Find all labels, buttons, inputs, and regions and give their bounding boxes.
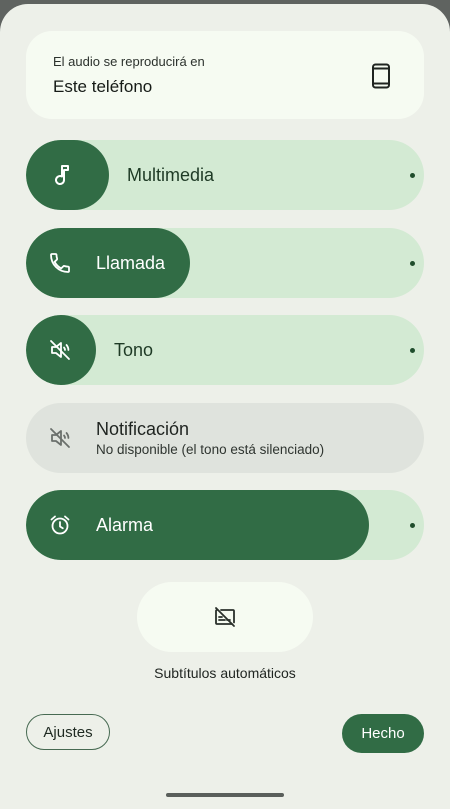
done-button[interactable]: Hecho (342, 714, 424, 753)
live-caption-label: Subtítulos automáticos (154, 665, 296, 681)
ring-volume-end-dot (410, 348, 415, 353)
media-volume-slider[interactable]: Multimedia (26, 140, 424, 210)
settings-button[interactable]: Ajustes (26, 714, 110, 750)
music-note-icon (55, 165, 69, 185)
notification-volume-label: Notificación (96, 419, 190, 439)
navigation-handle[interactable] (166, 793, 284, 797)
volume-off-icon (50, 340, 70, 360)
call-volume-end-dot (410, 261, 415, 266)
notification-volume-status: No disponible (el tono está silenciado) (96, 442, 325, 457)
call-volume-label: Llamada (96, 253, 166, 273)
call-volume-slider[interactable]: Llamada (26, 228, 424, 298)
alarm-volume-end-dot (410, 523, 415, 528)
alarm-icon (50, 515, 70, 535)
notification-volume-slider: Notificación No disponible (el tono está… (26, 403, 424, 473)
alarm-volume-fill (26, 490, 369, 560)
media-volume-end-dot (410, 173, 415, 178)
alarm-volume-label: Alarma (96, 515, 154, 535)
volume-panel: El audio se reproducirá en Este teléfono… (0, 4, 450, 809)
ring-volume-label: Tono (114, 340, 154, 360)
volume-off-icon (50, 428, 70, 448)
alarm-volume-slider[interactable]: Alarma (26, 490, 424, 560)
ring-volume-slider[interactable]: Tono (26, 315, 424, 385)
audio-output-device: Este teléfono (53, 77, 153, 96)
live-caption-toggle[interactable] (137, 582, 313, 652)
audio-output-caption: El audio se reproducirá en (53, 54, 205, 69)
captions-off-icon (215, 607, 235, 627)
smartphone-icon (372, 63, 390, 89)
audio-output-card[interactable]: El audio se reproducirá en Este teléfono (26, 31, 424, 119)
media-volume-label: Multimedia (127, 165, 215, 185)
phone-icon (50, 253, 70, 273)
